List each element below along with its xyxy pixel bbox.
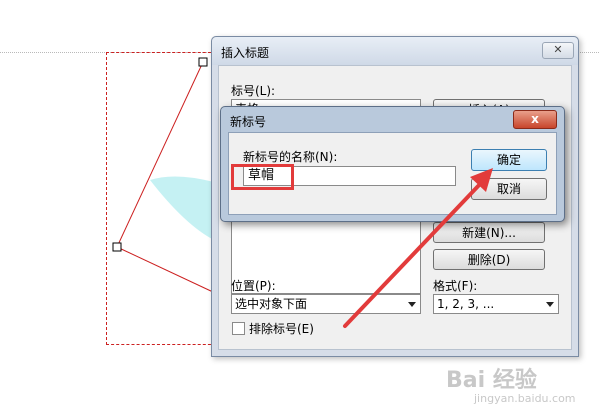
watermark-url: jingyan.baidu.com [474,392,576,405]
arrow-shaft [343,180,484,328]
watermark-logo: Bai 经验 [446,368,537,393]
annotation-arrow [343,168,493,328]
